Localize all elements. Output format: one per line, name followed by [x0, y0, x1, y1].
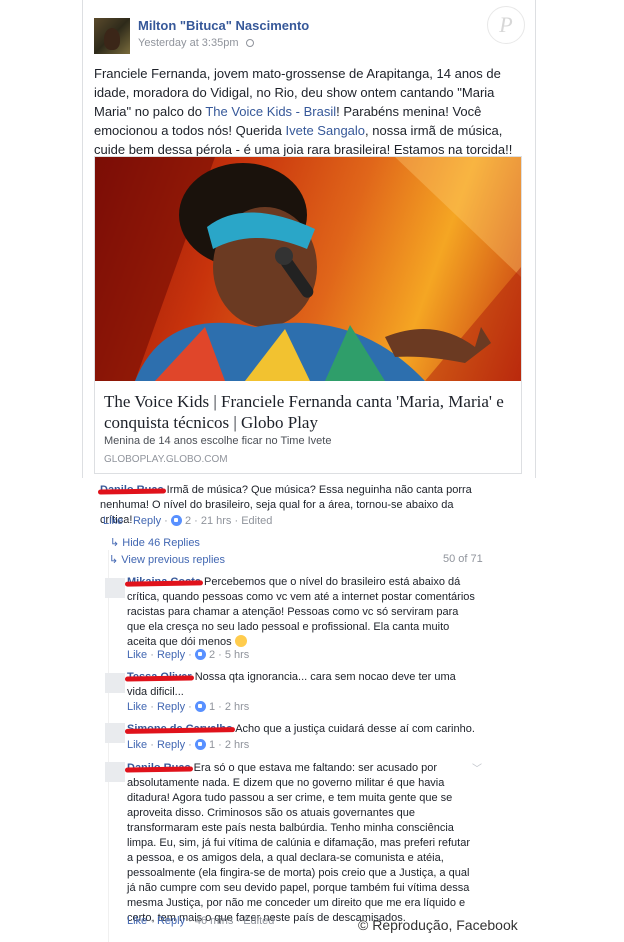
- comment-time[interactable]: 21 hrs: [201, 515, 232, 527]
- edited-label[interactable]: Edited: [243, 915, 274, 927]
- reply-time[interactable]: 5 hrs: [225, 649, 249, 661]
- reaction-count[interactable]: 2: [185, 515, 191, 527]
- replier-name[interactable]: Tessa Oliver: [124, 671, 194, 683]
- card-info[interactable]: The Voice Kids | Franciele Fernanda cant…: [95, 381, 521, 473]
- card-description: Menina de 14 anos escolhe ficar no Time …: [104, 435, 332, 447]
- ivete-sangalo-link[interactable]: Ivete Sangalo: [286, 123, 366, 138]
- post-text: Franciele Fernanda, jovem mato-grossense…: [94, 66, 513, 157]
- reply-text: Simone de Carvalho Acho que a justiça cu…: [124, 722, 477, 737]
- reply-actions: Like · Reply · 2 · 5 hrs: [127, 649, 250, 661]
- reply-button[interactable]: Reply: [157, 701, 185, 713]
- author-avatar[interactable]: [94, 18, 130, 54]
- commenter-name[interactable]: Danilo Ruas: [97, 484, 166, 496]
- singer-illustration: [95, 157, 521, 381]
- like-button[interactable]: Like: [127, 915, 147, 927]
- edited-label[interactable]: Edited: [241, 515, 272, 527]
- like-button[interactable]: Like: [127, 701, 147, 713]
- photo-credit: © Reprodução, Facebook: [358, 917, 518, 933]
- reply-button[interactable]: Reply: [157, 739, 185, 751]
- replier-name[interactable]: Danilo Ruas: [124, 762, 193, 774]
- reply-actions: Like · Reply · 46 mins · Edited: [127, 915, 275, 927]
- reply-time[interactable]: 2 hrs: [225, 701, 249, 713]
- comments-section: Danilo Ruas Irmã de música? Que música? …: [95, 478, 487, 942]
- reply-avatar[interactable]: [105, 762, 125, 782]
- reply-button[interactable]: Reply: [157, 915, 185, 927]
- reply-time[interactable]: 46 mins: [195, 915, 234, 927]
- like-reaction-icon: [170, 515, 182, 526]
- reaction-count[interactable]: 1: [209, 739, 215, 751]
- reply-avatar[interactable]: [105, 723, 125, 743]
- link-preview-card[interactable]: The Voice Kids | Franciele Fernanda cant…: [94, 156, 522, 474]
- card-domain: GLOBOPLAY.GLOBO.COM: [104, 454, 228, 465]
- like-button[interactable]: Like: [127, 649, 147, 661]
- emoji-icon: [234, 635, 247, 647]
- reply-button[interactable]: Reply: [157, 649, 185, 661]
- reaction-count[interactable]: 1: [209, 701, 215, 713]
- reply-text: Danilo Ruas Era só o que estava me falta…: [124, 761, 472, 926]
- reply-avatar[interactable]: [105, 578, 125, 598]
- view-previous-replies-link[interactable]: ↳ View previous replies: [109, 553, 225, 566]
- like-button[interactable]: Like: [127, 739, 147, 751]
- like-reaction-icon: [194, 739, 206, 750]
- like-reaction-icon: [194, 649, 206, 660]
- card-title[interactable]: The Voice Kids | Franciele Fernanda cant…: [104, 391, 514, 433]
- replier-name[interactable]: Simone de Carvalho: [124, 723, 235, 735]
- author-name[interactable]: Milton "Bituca" Nascimento: [138, 18, 398, 33]
- replies-count: 50 of 71: [443, 553, 483, 565]
- replier-name[interactable]: Mikaina Costa: [124, 576, 204, 588]
- watermark-logo: P: [487, 6, 525, 44]
- reply-text: Mikaina Costa Percebemos que o nível do …: [124, 575, 477, 650]
- post-meta: Yesterday at 3:35pm: [138, 37, 338, 49]
- reply-button[interactable]: Reply: [133, 515, 161, 527]
- like-button[interactable]: Like: [103, 515, 123, 527]
- the-voice-kids-link[interactable]: The Voice Kids - Brasil: [205, 104, 336, 119]
- reaction-count[interactable]: 2: [209, 649, 215, 661]
- reply-time[interactable]: 2 hrs: [225, 739, 249, 751]
- globe-icon: [245, 39, 254, 47]
- reply-actions: Like · Reply · 1 · 2 hrs: [127, 701, 250, 713]
- comment-actions: Like · Reply · 2 · 21 hrs · Edited: [103, 515, 273, 527]
- facebook-post: Milton "Bituca" Nascimento Yesterday at …: [82, 0, 536, 478]
- hide-replies-link[interactable]: ↳ Hide 46 Replies: [110, 536, 200, 549]
- chevron-down-icon[interactable]: ﹀: [472, 760, 482, 775]
- post-timestamp[interactable]: Yesterday at 3:35pm: [138, 37, 239, 49]
- like-reaction-icon: [194, 701, 206, 712]
- reply-actions: Like · Reply · 1 · 2 hrs: [127, 739, 250, 751]
- reply-avatar[interactable]: [105, 673, 125, 693]
- video-thumbnail[interactable]: [95, 157, 521, 381]
- reply-text: Tessa Oliver Nossa qta ignorancia... car…: [124, 670, 477, 700]
